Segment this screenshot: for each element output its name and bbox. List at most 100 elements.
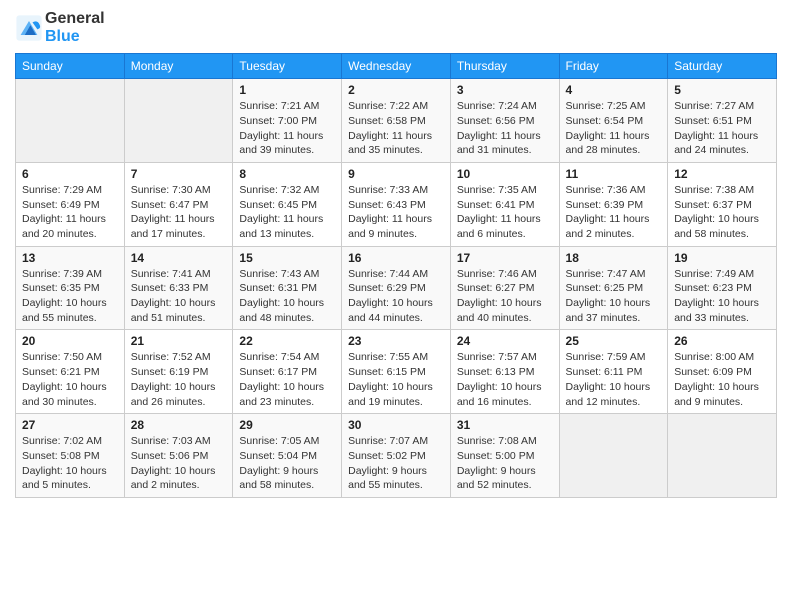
day-info: Sunrise: 7:08 AMSunset: 5:00 PMDaylight:… [457, 434, 553, 493]
day-number: 8 [239, 167, 335, 181]
day-number: 21 [131, 334, 227, 348]
day-info: Sunrise: 7:39 AMSunset: 6:35 PMDaylight:… [22, 267, 118, 326]
calendar-cell [668, 414, 777, 498]
day-info: Sunrise: 7:07 AMSunset: 5:02 PMDaylight:… [348, 434, 444, 493]
day-info: Sunrise: 7:02 AMSunset: 5:08 PMDaylight:… [22, 434, 118, 493]
day-info: Sunrise: 7:33 AMSunset: 6:43 PMDaylight:… [348, 183, 444, 242]
calendar-cell: 15Sunrise: 7:43 AMSunset: 6:31 PMDayligh… [233, 246, 342, 330]
calendar-cell: 5 Sunrise: 7:27 AMSunset: 6:51 PMDaylight… [668, 79, 777, 163]
day-info: Sunrise: 7:50 AMSunset: 6:21 PMDaylight:… [22, 350, 118, 409]
day-number: 2 [348, 83, 444, 97]
col-thursday: Thursday [450, 54, 559, 79]
col-monday: Monday [124, 54, 233, 79]
calendar-table: Sunday Monday Tuesday Wednesday Thursday… [15, 53, 777, 498]
calendar-week-row: 27 Sunrise: 7:02 AMSunset: 5:08 PMDayligh… [16, 414, 777, 498]
calendar-cell [16, 79, 125, 163]
day-number: 12 [674, 167, 770, 181]
day-info: Sunrise: 7:59 AMSunset: 6:11 PMDaylight:… [566, 350, 662, 409]
day-info: Sunrise: 7:03 AMSunset: 5:06 PMDaylight:… [131, 434, 227, 493]
day-number: 7 [131, 167, 227, 181]
day-info: Sunrise: 8:00 AMSunset: 6:09 PMDaylight:… [674, 350, 770, 409]
day-info: Sunrise: 7:29 AMSunset: 6:49 PMDaylight:… [22, 183, 118, 242]
day-number: 23 [348, 334, 444, 348]
day-number: 19 [674, 251, 770, 265]
calendar-cell: 23 Sunrise: 7:55 AMSunset: 6:15 PMDayligh… [342, 330, 451, 414]
calendar-cell: 8 Sunrise: 7:32 AMSunset: 6:45 PMDaylight… [233, 162, 342, 246]
calendar-cell: 16Sunrise: 7:44 AMSunset: 6:29 PMDayligh… [342, 246, 451, 330]
day-number: 26 [674, 334, 770, 348]
calendar-week-row: 1 Sunrise: 7:21 AMSunset: 7:00 PMDaylight… [16, 79, 777, 163]
calendar-week-row: 13 Sunrise: 7:39 AMSunset: 6:35 PMDayligh… [16, 246, 777, 330]
day-number: 13 [22, 251, 118, 265]
calendar-cell [124, 79, 233, 163]
day-number: 30 [348, 418, 444, 432]
calendar-cell [559, 414, 668, 498]
day-number: 31 [457, 418, 553, 432]
day-number: 5 [674, 83, 770, 97]
calendar-cell: 11 Sunrise: 7:36 AMSunset: 6:39 PMDayligh… [559, 162, 668, 246]
day-info: Sunrise: 7:47 AMSunset: 6:25 PMDaylight:… [566, 267, 662, 326]
day-number: 1 [239, 83, 335, 97]
calendar-cell: 1 Sunrise: 7:21 AMSunset: 7:00 PMDaylight… [233, 79, 342, 163]
day-info: Sunrise: 7:54 AMSunset: 6:17 PMDaylight:… [239, 350, 335, 409]
day-info: Sunrise: 7:49 AMSunset: 6:23 PMDaylight:… [674, 267, 770, 326]
col-friday: Friday [559, 54, 668, 79]
day-number: 28 [131, 418, 227, 432]
col-sunday: Sunday [16, 54, 125, 79]
page-header: General Blue [15, 10, 777, 45]
calendar-cell: 24Sunrise: 7:57 AMSunset: 6:13 PMDayligh… [450, 330, 559, 414]
calendar-cell: 26 Sunrise: 8:00 AMSunset: 6:09 PMDayligh… [668, 330, 777, 414]
day-number: 9 [348, 167, 444, 181]
calendar-cell: 10 Sunrise: 7:35 AMSunset: 6:41 PMDayligh… [450, 162, 559, 246]
day-info: Sunrise: 7:30 AMSunset: 6:47 PMDaylight:… [131, 183, 227, 242]
calendar-cell: 19 Sunrise: 7:49 AMSunset: 6:23 PMDayligh… [668, 246, 777, 330]
day-number: 22 [239, 334, 335, 348]
weekday-header-row: Sunday Monday Tuesday Wednesday Thursday… [16, 54, 777, 79]
logo: General Blue [15, 10, 105, 45]
day-info: Sunrise: 7:41 AMSunset: 6:33 PMDaylight:… [131, 267, 227, 326]
day-info: Sunrise: 7:27 AMSunset: 6:51 PMDaylight:… [674, 99, 770, 158]
day-number: 6 [22, 167, 118, 181]
day-number: 17 [457, 251, 553, 265]
calendar-cell: 3 Sunrise: 7:24 AMSunset: 6:56 PMDaylight… [450, 79, 559, 163]
calendar-cell: 6 Sunrise: 7:29 AMSunset: 6:49 PMDaylight… [16, 162, 125, 246]
calendar-cell: 30 Sunrise: 7:07 AMSunset: 5:02 PMDayligh… [342, 414, 451, 498]
day-info: Sunrise: 7:21 AMSunset: 7:00 PMDaylight:… [239, 99, 335, 158]
day-info: Sunrise: 7:43 AMSunset: 6:31 PMDaylight:… [239, 267, 335, 326]
calendar-cell: 18Sunrise: 7:47 AMSunset: 6:25 PMDayligh… [559, 246, 668, 330]
day-number: 10 [457, 167, 553, 181]
col-wednesday: Wednesday [342, 54, 451, 79]
day-info: Sunrise: 7:38 AMSunset: 6:37 PMDaylight:… [674, 183, 770, 242]
calendar-cell: 12 Sunrise: 7:38 AMSunset: 6:37 PMDayligh… [668, 162, 777, 246]
day-info: Sunrise: 7:55 AMSunset: 6:15 PMDaylight:… [348, 350, 444, 409]
day-info: Sunrise: 7:25 AMSunset: 6:54 PMDaylight:… [566, 99, 662, 158]
day-number: 11 [566, 167, 662, 181]
day-number: 29 [239, 418, 335, 432]
calendar-cell: 13 Sunrise: 7:39 AMSunset: 6:35 PMDayligh… [16, 246, 125, 330]
day-info: Sunrise: 7:52 AMSunset: 6:19 PMDaylight:… [131, 350, 227, 409]
calendar-cell: 2Sunrise: 7:22 AMSunset: 6:58 PMDaylight… [342, 79, 451, 163]
calendar-cell: 25Sunrise: 7:59 AMSunset: 6:11 PMDayligh… [559, 330, 668, 414]
day-info: Sunrise: 7:24 AMSunset: 6:56 PMDaylight:… [457, 99, 553, 158]
day-info: Sunrise: 7:36 AMSunset: 6:39 PMDaylight:… [566, 183, 662, 242]
logo-icon [15, 14, 43, 42]
logo-text-line1: General [45, 10, 105, 28]
day-info: Sunrise: 7:32 AMSunset: 6:45 PMDaylight:… [239, 183, 335, 242]
day-info: Sunrise: 7:46 AMSunset: 6:27 PMDaylight:… [457, 267, 553, 326]
day-number: 14 [131, 251, 227, 265]
col-tuesday: Tuesday [233, 54, 342, 79]
day-number: 4 [566, 83, 662, 97]
calendar-cell: 20Sunrise: 7:50 AMSunset: 6:21 PMDayligh… [16, 330, 125, 414]
calendar-week-row: 6 Sunrise: 7:29 AMSunset: 6:49 PMDaylight… [16, 162, 777, 246]
day-number: 3 [457, 83, 553, 97]
calendar-week-row: 20Sunrise: 7:50 AMSunset: 6:21 PMDayligh… [16, 330, 777, 414]
day-number: 27 [22, 418, 118, 432]
calendar-cell: 4 Sunrise: 7:25 AMSunset: 6:54 PMDaylight… [559, 79, 668, 163]
day-info: Sunrise: 7:35 AMSunset: 6:41 PMDaylight:… [457, 183, 553, 242]
calendar-cell: 29 Sunrise: 7:05 AMSunset: 5:04 PMDayligh… [233, 414, 342, 498]
day-info: Sunrise: 7:57 AMSunset: 6:13 PMDaylight:… [457, 350, 553, 409]
logo-text-line2: Blue [45, 28, 105, 46]
calendar-cell: 27 Sunrise: 7:02 AMSunset: 5:08 PMDayligh… [16, 414, 125, 498]
calendar-cell: 7 Sunrise: 7:30 AMSunset: 6:47 PMDaylight… [124, 162, 233, 246]
day-info: Sunrise: 7:05 AMSunset: 5:04 PMDaylight:… [239, 434, 335, 493]
